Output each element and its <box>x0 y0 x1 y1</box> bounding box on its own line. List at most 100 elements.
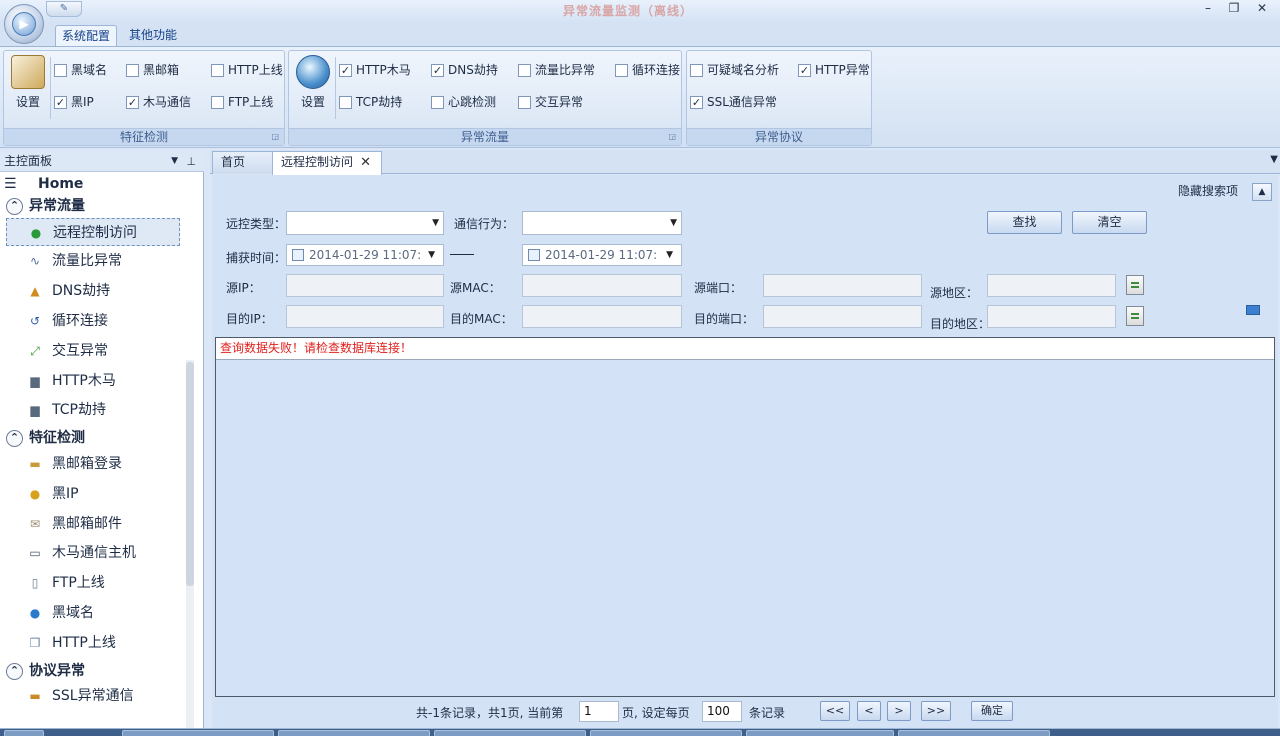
time-from-picker[interactable]: 2014-01-29 11:07: ▼ <box>286 244 444 266</box>
chevron-up-icon: ⌃ <box>6 662 23 680</box>
dialog-launcher-icon[interactable]: ◲ <box>271 132 279 141</box>
src-port-input[interactable] <box>763 274 922 297</box>
taskbar-item[interactable] <box>746 730 894 736</box>
tab-list-dropdown-icon[interactable]: ▼ <box>1270 154 1278 165</box>
quick-access-icon[interactable]: ✎ <box>46 1 82 17</box>
nav-trojan-host[interactable]: ▭ 木马通信主机 <box>6 539 180 567</box>
server-icon: ▆ <box>30 374 40 388</box>
minimize-button[interactable]: – <box>1196 0 1220 18</box>
taskbar-item[interactable] <box>278 730 430 736</box>
checkbox-icon[interactable] <box>528 249 540 261</box>
taskbar-item[interactable] <box>898 730 1050 736</box>
category-protocol-abnormal[interactable]: ⌃ 协议异常 <box>6 661 85 681</box>
clear-button[interactable]: 清空 <box>1072 211 1147 234</box>
tab-other-functions[interactable]: 其他功能 <box>123 25 183 47</box>
check-dns-hijack[interactable]: ✓ DNS劫持 <box>431 63 498 79</box>
pin-icon[interactable]: ⊥ <box>186 152 196 171</box>
check-http-online[interactable]: HTTP上线 <box>211 63 283 79</box>
tab-system-config[interactable]: 系统配置 <box>55 25 118 47</box>
restore-button[interactable]: ❐ <box>1222 0 1246 18</box>
hide-search-link[interactable]: 隐藏搜索项 <box>1178 182 1238 199</box>
nav-flow-ratio[interactable]: ∿ 流量比异常 <box>6 247 180 275</box>
tab-remote-control[interactable]: 远程控制访问 ✕ <box>272 151 382 175</box>
nav-black-mailbox-mail[interactable]: ✉ 黑邮箱邮件 <box>6 510 180 538</box>
certificate-icon: ▬ <box>29 689 41 703</box>
dst-port-input[interactable] <box>763 305 922 328</box>
monitor-icon[interactable] <box>1246 305 1260 315</box>
dropdown-arrow-icon: ▼ <box>428 250 435 260</box>
line-chart-icon: ∿ <box>29 254 41 268</box>
taskbar-item[interactable] <box>434 730 586 736</box>
close-window-button[interactable]: ✕ <box>1250 0 1274 18</box>
taskbar-item[interactable] <box>122 730 274 736</box>
check-tcp-hijack[interactable]: TCP劫持 <box>339 95 402 111</box>
dst-ip-input[interactable] <box>286 305 444 328</box>
check-black-ip[interactable]: ✓ 黑IP <box>54 95 94 111</box>
src-mac-input[interactable] <box>522 274 682 297</box>
check-heartbeat[interactable]: 心跳检测 <box>431 95 496 111</box>
remote-icon: ● <box>30 226 42 240</box>
dropdown-arrow-icon[interactable]: ▼ <box>171 152 178 171</box>
region-picker-icon[interactable] <box>1126 306 1144 326</box>
nav-black-mailbox-login[interactable]: ▬ 黑邮箱登录 <box>6 450 180 478</box>
title-bar: 异常流量监测（离线） – ❐ ✕ <box>0 0 1280 22</box>
current-page-input[interactable]: 1 <box>579 701 619 722</box>
group-abnormal-traffic: 设置 ✓ HTTP木马 ✓ DNS劫持 流量比异常 循环连接 TCP劫持 心跳检测 … <box>288 50 682 146</box>
main-control-panel: 主控面板 ▼ ⊥ ☰ Home ⌃ 异常流量 ● 远程控制访问 ∿ 流量比异常 ▲ DNS… <box>0 152 204 736</box>
check-ftp-online[interactable]: FTP上线 <box>211 95 273 111</box>
src-region-label: 源地区： <box>930 286 979 300</box>
home-node[interactable]: ☰ Home <box>4 175 83 193</box>
prev-page-button[interactable]: < <box>857 701 881 721</box>
confirm-button[interactable]: 确定 <box>971 701 1013 721</box>
close-tab-icon[interactable]: ✕ <box>360 152 371 173</box>
src-region-input[interactable] <box>987 274 1116 297</box>
time-to-picker[interactable]: 2014-01-29 11:07: ▼ <box>522 244 682 266</box>
remote-type-select[interactable]: ▼ <box>286 211 444 235</box>
nav-tcp-hijack[interactable]: ▆ TCP劫持 <box>6 396 180 424</box>
nav-http-trojan[interactable]: ▆ HTTP木马 <box>6 367 180 395</box>
nav-remote-control[interactable]: ● 远程控制访问 <box>6 218 180 246</box>
check-http-trojan[interactable]: ✓ HTTP木马 <box>339 63 411 79</box>
check-suspicious-domain[interactable]: 可疑域名分析 <box>690 63 779 79</box>
traffic-settings-button[interactable]: 设置 <box>293 55 333 119</box>
category-feature-detection[interactable]: ⌃ 特征检测 <box>6 428 85 448</box>
next-page-button[interactable]: > <box>887 701 911 721</box>
src-ip-input[interactable] <box>286 274 444 297</box>
dialog-launcher-icon[interactable]: ◲ <box>668 132 676 141</box>
find-button[interactable]: 查找 <box>987 211 1062 234</box>
region-picker-icon[interactable] <box>1126 275 1144 295</box>
check-trojan-comm[interactable]: ✓ 木马通信 <box>126 95 191 111</box>
first-page-button[interactable]: << <box>820 701 850 721</box>
nav-interaction[interactable]: ⤢ 交互异常 <box>6 337 180 365</box>
nav-loop-connection[interactable]: ↺ 循环连接 <box>6 307 180 335</box>
feature-settings-button[interactable]: 设置 <box>8 55 48 119</box>
collapse-search-button[interactable]: ▲ <box>1252 183 1272 201</box>
check-ssl-abnormal[interactable]: ✓ SSL通信异常 <box>690 95 777 111</box>
per-page-input[interactable]: 100 <box>702 701 742 722</box>
check-black-domain[interactable]: 黑域名 <box>54 63 107 79</box>
check-loop-connection[interactable]: 循环连接 <box>615 63 680 79</box>
category-abnormal-traffic[interactable]: ⌃ 异常流量 <box>6 196 85 216</box>
check-flow-ratio[interactable]: 流量比异常 <box>518 63 595 79</box>
dst-region-input[interactable] <box>987 305 1116 328</box>
nav-ftp-online[interactable]: ▯ FTP上线 <box>6 569 180 597</box>
nav-http-online[interactable]: ❐ HTTP上线 <box>6 629 180 657</box>
nav-dns-hijack[interactable]: ▲ DNS劫持 <box>6 277 180 305</box>
taskbar-start-button[interactable] <box>4 730 44 736</box>
nav-black-domain[interactable]: ● 黑域名 <box>6 599 180 627</box>
nav-black-ip[interactable]: ● 黑IP <box>6 480 180 508</box>
comm-behavior-select[interactable]: ▼ <box>522 211 682 235</box>
taskbar-item[interactable] <box>590 730 742 736</box>
checkbox-icon[interactable] <box>292 249 304 261</box>
last-page-button[interactable]: >> <box>921 701 951 721</box>
tab-home[interactable]: 首页 <box>212 151 274 174</box>
check-http-abnormal[interactable]: ✓ HTTP异常 <box>798 63 870 79</box>
panel-scrollbar[interactable]: ▼ <box>186 360 194 736</box>
check-interaction[interactable]: 交互异常 <box>518 95 583 111</box>
nav-ssl-abnormal[interactable]: ▬ SSL异常通信 <box>6 682 180 710</box>
dst-mac-input[interactable] <box>522 305 682 328</box>
check-black-mailbox[interactable]: 黑邮箱 <box>126 63 179 79</box>
scroll-thumb[interactable] <box>186 362 194 586</box>
app-menu-button[interactable]: ▶ <box>4 4 44 44</box>
capture-time-label: 捕获时间： <box>226 251 287 265</box>
